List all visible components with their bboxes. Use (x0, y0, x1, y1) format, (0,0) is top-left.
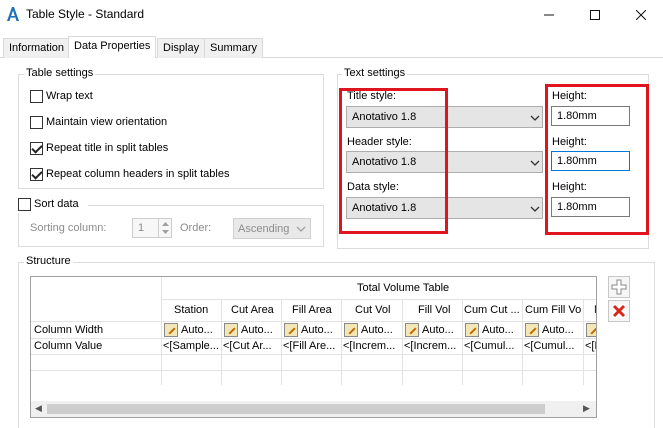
column-value-cell[interactable]: <[Increm... (343, 340, 401, 352)
delete-x-icon (612, 304, 626, 318)
grid-line (281, 299, 282, 385)
structure-table-title: Total Volume Table (357, 282, 450, 294)
maintain-view-label: Maintain view orientation (46, 116, 168, 128)
tab-summary[interactable]: Summary (204, 38, 264, 58)
close-button[interactable] (618, 0, 663, 30)
column-header[interactable]: Fill Area (292, 304, 332, 316)
row-label-column-width: Column Width (34, 324, 104, 336)
sorting-column-value: 1 (138, 222, 145, 234)
repeat-title-label: Repeat title in split tables (46, 142, 169, 154)
order-label: Order: (180, 222, 212, 234)
grid-line (31, 338, 596, 339)
delete-column-button[interactable] (608, 300, 630, 322)
add-column-button[interactable] (608, 276, 630, 298)
column-value-cell[interactable]: <[Increm... (404, 340, 461, 352)
edit-width-icon[interactable] (224, 323, 238, 337)
edit-width-icon[interactable] (164, 323, 178, 337)
column-value-cell[interactable]: <[Fill Are... (283, 340, 340, 352)
column-width-cell[interactable]: Auto... (422, 324, 454, 336)
structure-label: Structure (24, 255, 73, 268)
edit-width-icon[interactable] (586, 323, 596, 337)
column-value-cell[interactable]: <[N (585, 340, 596, 352)
column-value-cell[interactable]: <[Cumul... (524, 340, 582, 352)
scrollbar-thumb[interactable] (47, 404, 545, 414)
spinner-buttons[interactable] (158, 219, 171, 237)
highlight-box-heights (545, 84, 649, 235)
column-width-cell[interactable]: Auto... (241, 324, 273, 336)
column-width-cell[interactable]: Auto... (482, 324, 514, 336)
scroll-left-icon[interactable]: ◀ (35, 403, 42, 414)
horizontal-scrollbar[interactable]: ◀ ▶ (31, 401, 596, 417)
title-bar[interactable]: Table Style - Standard (0, 0, 663, 30)
edit-width-icon[interactable] (344, 323, 358, 337)
column-width-cell[interactable]: Auto... (542, 324, 574, 336)
grid-line (31, 321, 596, 322)
column-header[interactable]: Cum Fill Vol (525, 304, 582, 316)
grid-line (31, 354, 596, 355)
table-settings-label: Table settings (24, 67, 96, 80)
maximize-button[interactable] (572, 0, 618, 30)
order-select[interactable]: Ascending (233, 218, 311, 239)
wrap-text-checkbox[interactable] (30, 90, 43, 103)
column-header[interactable]: Cut Area (231, 304, 274, 316)
edit-width-icon[interactable] (405, 323, 419, 337)
row-label-column-value: Column Value (34, 340, 103, 352)
column-value-cell[interactable]: <[Sample... (163, 340, 220, 352)
grid-line (31, 370, 596, 371)
grid-line (161, 277, 162, 385)
scroll-right-icon[interactable]: ▶ (583, 403, 590, 414)
plus-icon (611, 279, 627, 295)
column-header[interactable]: N (594, 304, 596, 316)
wrap-text-label: Wrap text (46, 90, 93, 102)
sorting-column-spinner[interactable]: 1 (132, 218, 172, 238)
minimize-icon (544, 14, 554, 16)
sorting-column-label: Sorting column: (30, 222, 107, 234)
sort-data-checkbox[interactable] (18, 198, 31, 211)
edit-width-icon[interactable] (465, 323, 479, 337)
text-settings-label: Text settings (342, 67, 408, 80)
tab-display[interactable]: Display (157, 38, 206, 58)
chevron-down-icon (296, 226, 306, 232)
edit-width-icon[interactable] (525, 323, 539, 337)
column-header[interactable]: Cum Cut ... (464, 304, 521, 316)
chevron-down-icon (530, 206, 540, 212)
order-value: Ascending (238, 223, 290, 235)
autocad-logo-icon (7, 7, 19, 21)
highlight-box-styles (339, 88, 448, 234)
tab-data-properties[interactable]: Data Properties (68, 36, 157, 58)
column-width-cell[interactable]: Auto... (301, 324, 333, 336)
spinner-arrows-icon (162, 222, 169, 234)
structure-grid[interactable]: Total Volume Table Station Cut Area Fill… (30, 276, 597, 418)
repeat-headers-label: Repeat column headers in split tables (46, 168, 230, 180)
repeat-headers-checkbox[interactable] (30, 168, 43, 181)
repeat-title-checkbox[interactable] (30, 142, 43, 155)
window-title: Table Style - Standard (26, 7, 145, 21)
close-icon (636, 10, 646, 20)
grid-line (522, 299, 523, 385)
column-value-cell[interactable]: <[Cut Ar... (223, 340, 280, 352)
column-width-cell[interactable]: Auto... (361, 324, 393, 336)
column-header[interactable]: Fill Vol (418, 304, 450, 316)
maintain-view-checkbox[interactable] (30, 116, 43, 129)
grid-line (341, 299, 342, 385)
sort-data-label: Sort data (34, 198, 79, 210)
grid-line (583, 299, 584, 385)
column-value-cell[interactable]: <[Cumul... (464, 340, 521, 352)
maximize-icon (590, 10, 600, 20)
column-header[interactable]: Cut Vol (355, 304, 390, 316)
edit-width-icon[interactable] (284, 323, 298, 337)
column-header[interactable]: Station (174, 304, 208, 316)
chevron-down-icon (530, 115, 540, 121)
grid-line (161, 299, 596, 300)
grid-line (402, 299, 403, 385)
minimize-button[interactable] (526, 0, 572, 30)
tab-information[interactable]: Information (3, 38, 71, 58)
grid-line (221, 299, 222, 385)
column-width-cell[interactable]: Auto... (181, 324, 213, 336)
grid-line (462, 299, 463, 385)
chevron-down-icon (530, 160, 540, 166)
